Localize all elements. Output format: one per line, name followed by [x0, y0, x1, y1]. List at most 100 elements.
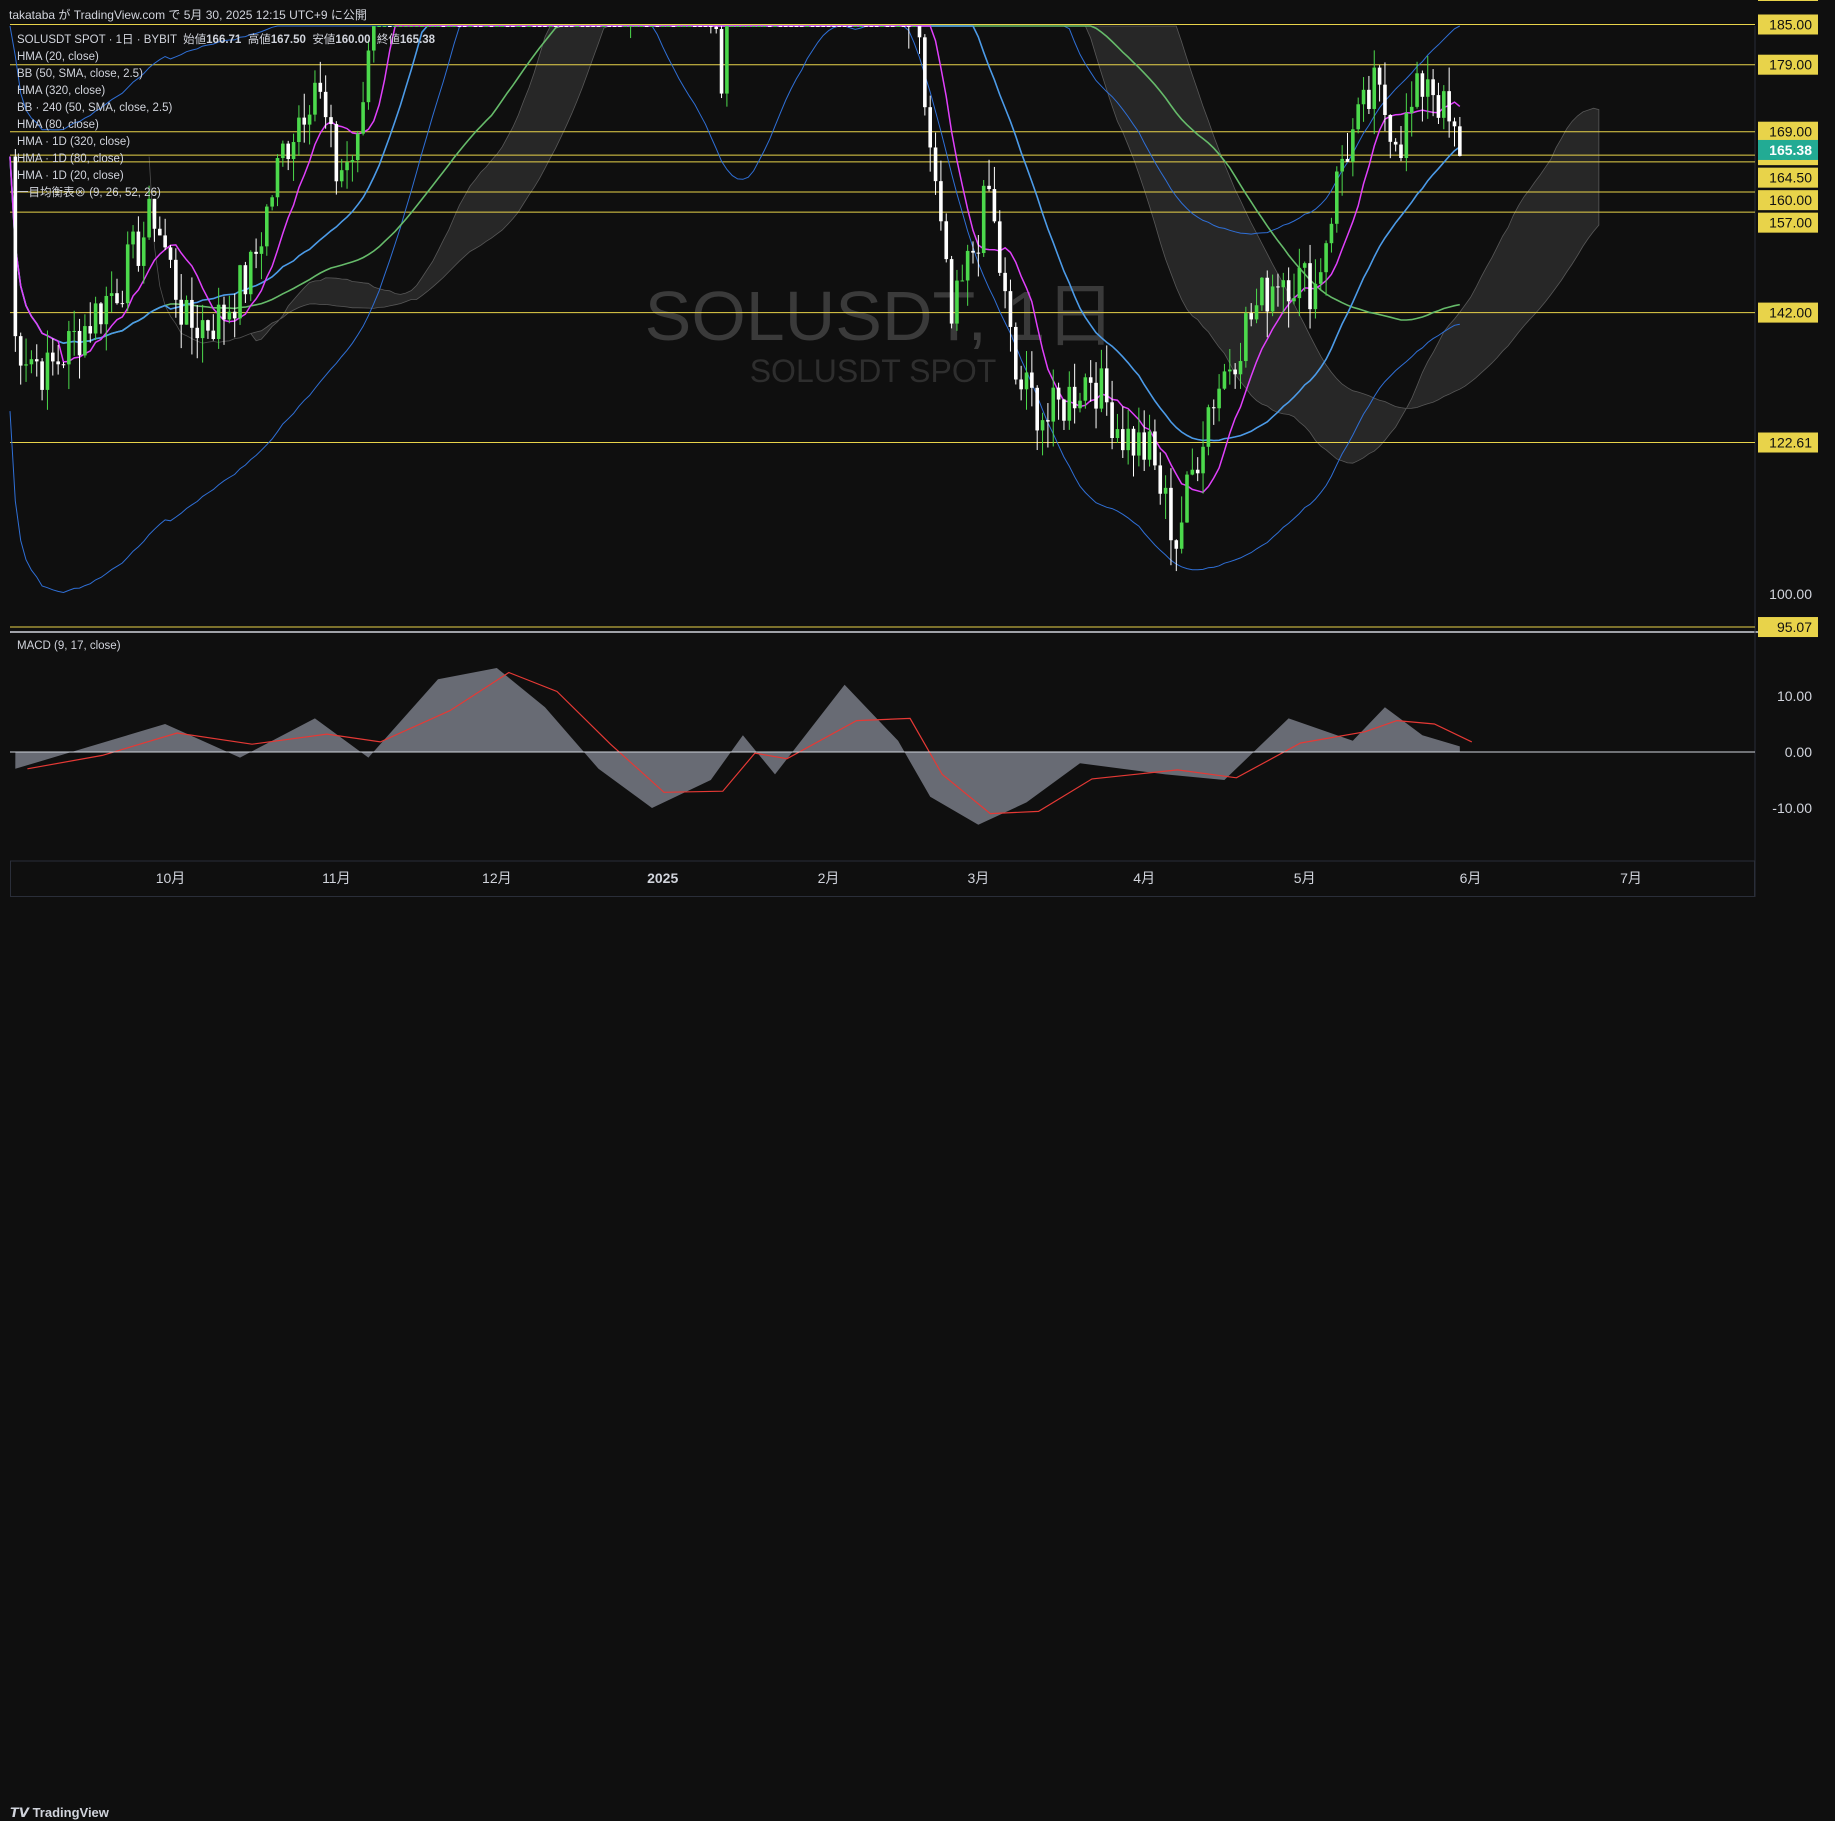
candle-body[interactable]: [1142, 432, 1146, 460]
candle-body[interactable]: [452, 26, 456, 27]
candle-body[interactable]: [569, 26, 574, 27]
candle-body[interactable]: [1067, 386, 1072, 421]
candle-body[interactable]: [693, 26, 697, 27]
candle-body[interactable]: [120, 303, 125, 305]
candle-body[interactable]: [896, 26, 900, 27]
candle-body[interactable]: [462, 26, 467, 27]
candle-body[interactable]: [1244, 313, 1248, 362]
candle-body[interactable]: [430, 26, 435, 27]
candle-body[interactable]: [484, 26, 488, 27]
candle-body[interactable]: [216, 304, 221, 339]
candle-body[interactable]: [725, 26, 729, 94]
candle-body[interactable]: [109, 293, 114, 296]
time-tick[interactable]: 12月: [482, 870, 512, 886]
candle-body[interactable]: [644, 26, 649, 27]
candle-body[interactable]: [890, 26, 895, 27]
candle-body[interactable]: [965, 250, 970, 281]
candle-body[interactable]: [152, 198, 157, 229]
candle-body[interactable]: [1217, 388, 1221, 409]
candle-body[interactable]: [634, 26, 638, 27]
candle-body[interactable]: [923, 37, 927, 108]
candle-body[interactable]: [516, 26, 521, 27]
candle-body[interactable]: [1249, 313, 1253, 320]
indicator-hma-1d-80[interactable]: HMA · 1D (80, close): [17, 151, 435, 168]
level-tag[interactable]: 122.61: [1769, 435, 1812, 451]
candle-body[interactable]: [650, 26, 654, 27]
candle-body[interactable]: [1270, 286, 1275, 312]
candle-body[interactable]: [730, 26, 735, 27]
candle-body[interactable]: [1420, 73, 1425, 97]
candle-body[interactable]: [842, 26, 847, 27]
time-tick[interactable]: 7月: [1620, 870, 1642, 886]
candle-body[interactable]: [1110, 402, 1114, 439]
candle-body[interactable]: [960, 280, 965, 282]
candle-body[interactable]: [131, 231, 135, 245]
candle-body[interactable]: [388, 26, 392, 27]
candle-body[interactable]: [1335, 171, 1339, 224]
candle-body[interactable]: [259, 246, 264, 254]
candle-body[interactable]: [666, 26, 670, 27]
candle-body[interactable]: [917, 26, 922, 38]
level-tag-bg[interactable]: [1758, 0, 1818, 1]
indicator-hma-1d-20[interactable]: HMA · 1D (20, close): [17, 168, 435, 185]
candle-body[interactable]: [1195, 469, 1200, 474]
candle-body[interactable]: [1158, 465, 1163, 494]
candle-body[interactable]: [858, 26, 863, 27]
candle-body[interactable]: [457, 26, 462, 27]
candle-body[interactable]: [511, 26, 515, 27]
candle-body[interactable]: [767, 26, 772, 27]
time-tick[interactable]: 6月: [1460, 870, 1482, 886]
candle-body[interactable]: [987, 185, 991, 190]
time-tick[interactable]: 11月: [322, 870, 351, 886]
candle-body[interactable]: [83, 326, 87, 356]
candle-body[interactable]: [944, 221, 949, 260]
candle-body[interactable]: [1190, 469, 1195, 475]
candle-body[interactable]: [1425, 79, 1430, 97]
candle-body[interactable]: [703, 26, 708, 27]
candle-body[interactable]: [254, 251, 258, 254]
level-tag[interactable]: 169.00: [1769, 124, 1812, 140]
candle-body[interactable]: [1030, 372, 1034, 388]
macd-tick[interactable]: 10.00: [1777, 688, 1812, 704]
candle-body[interactable]: [1099, 368, 1104, 409]
candle-body[interactable]: [869, 26, 874, 27]
candle-body[interactable]: [1286, 280, 1291, 302]
level-tag[interactable]: 157.00: [1769, 215, 1812, 231]
candle-body[interactable]: [1260, 277, 1264, 306]
level-tag[interactable]: 160.00: [1769, 192, 1812, 208]
candle-body[interactable]: [265, 206, 269, 247]
time-tick[interactable]: 4月: [1133, 870, 1155, 886]
candle-body[interactable]: [1367, 89, 1371, 109]
candle-body[interactable]: [591, 26, 595, 27]
candle-body[interactable]: [147, 198, 151, 238]
candle-body[interactable]: [377, 26, 381, 27]
candle-body[interactable]: [586, 26, 590, 27]
candle-body[interactable]: [1147, 431, 1152, 460]
candle-body[interactable]: [206, 320, 210, 331]
candle-body[interactable]: [971, 250, 975, 253]
candle-body[interactable]: [1254, 305, 1259, 320]
candle-body[interactable]: [1131, 428, 1136, 456]
candle-body[interactable]: [1442, 91, 1446, 118]
candle-body[interactable]: [1046, 420, 1050, 422]
indicator-bb-50[interactable]: BB (50, SMA, close, 2.5): [17, 66, 435, 83]
candle-body[interactable]: [1361, 89, 1366, 105]
candle-body[interactable]: [1383, 84, 1387, 115]
candle-body[interactable]: [441, 26, 446, 27]
legend-symbol[interactable]: SOLUSDT SPOT · 1日 · BYBIT: [17, 34, 177, 46]
candle-body[interactable]: [580, 26, 585, 27]
candle-body[interactable]: [1056, 387, 1061, 400]
candle-body[interactable]: [853, 26, 858, 27]
candle-body[interactable]: [773, 26, 777, 27]
candle-body[interactable]: [72, 330, 76, 332]
candle-body[interactable]: [709, 26, 713, 27]
candle-body[interactable]: [1115, 429, 1120, 439]
candle-body[interactable]: [607, 26, 611, 27]
candle-body[interactable]: [1003, 272, 1007, 292]
candle-body[interactable]: [1094, 382, 1098, 409]
level-tag[interactable]: 185.00: [1769, 17, 1812, 33]
candle-body[interactable]: [174, 259, 178, 300]
candle-body[interactable]: [1281, 280, 1286, 288]
candle-body[interactable]: [77, 330, 82, 356]
candle-body[interactable]: [1388, 114, 1393, 142]
